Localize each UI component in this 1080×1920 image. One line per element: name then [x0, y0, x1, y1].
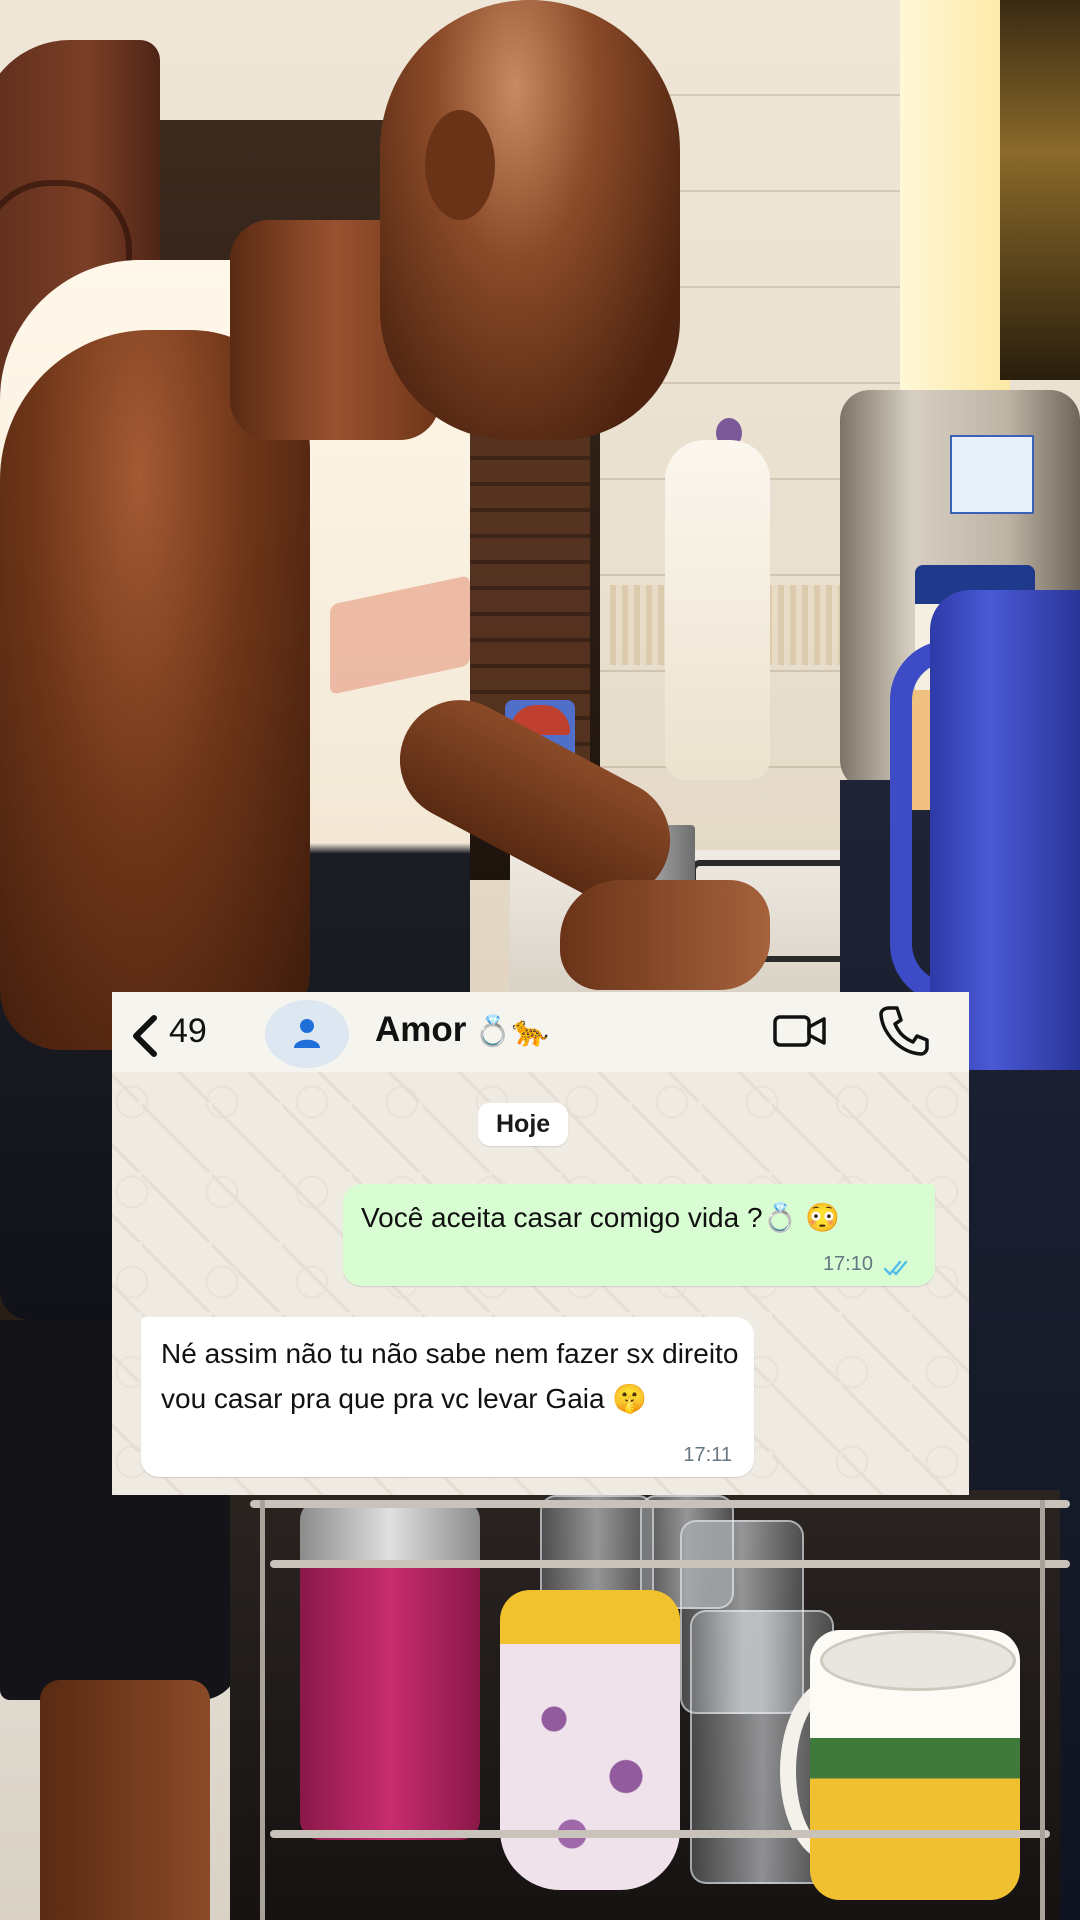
- rack-bar: [270, 1560, 1070, 1568]
- person-head: [380, 0, 680, 440]
- rack-bar: [270, 1830, 1050, 1838]
- date-chip: Hoje: [478, 1103, 569, 1146]
- unread-count[interactable]: 49: [169, 1012, 207, 1051]
- double-check-icon: [883, 1260, 908, 1276]
- contact-name: Amor: [375, 1010, 467, 1049]
- mug-rim: [820, 1630, 1016, 1691]
- person-icon: [294, 1019, 320, 1048]
- wall-frame: [1000, 0, 1080, 380]
- person-hand: [560, 880, 770, 990]
- contact-name-area[interactable]: Amor 💍🐆: [375, 1010, 549, 1050]
- person-leg: [40, 1680, 210, 1920]
- message-time: 17:10: [822, 1253, 873, 1275]
- contact-emojis: 💍🐆: [474, 1015, 550, 1048]
- incoming-message[interactable]: Né assim não tu não sabe nem fazer sx di…: [141, 1317, 754, 1477]
- person-ear: [425, 110, 495, 220]
- background-photo: [0, 0, 1080, 1920]
- video-call-icon[interactable]: [772, 1012, 828, 1050]
- contact-avatar[interactable]: [265, 1000, 349, 1068]
- rack-bar: [250, 1500, 1070, 1508]
- message-time: 17:11: [683, 1444, 732, 1466]
- yellow-cup-pattern: [500, 1650, 680, 1880]
- wall-light: [900, 0, 1010, 400]
- pink-cup-rim: [300, 1500, 480, 1560]
- chat-header: 49 Amor 💍🐆: [112, 992, 969, 1072]
- phone-icon[interactable]: [877, 1004, 929, 1056]
- message-text: Você aceita casar comigo vida ?💍 😳: [361, 1202, 841, 1233]
- message-text: Né assim não tu não sabe nem fazer sx di…: [161, 1338, 739, 1414]
- chevron-left-icon[interactable]: [126, 1014, 166, 1058]
- outgoing-message[interactable]: Você aceita casar comigo vida ?💍 😳 17:10: [343, 1184, 935, 1286]
- rack-wire: [1040, 1500, 1045, 1920]
- coffee-machine-label: [950, 435, 1034, 514]
- hanging-towel: [665, 440, 770, 780]
- chat-screenshot: 49 Amor 💍🐆 Hoje Você aceita casar comigo …: [112, 992, 969, 1495]
- rack-wire: [260, 1500, 265, 1920]
